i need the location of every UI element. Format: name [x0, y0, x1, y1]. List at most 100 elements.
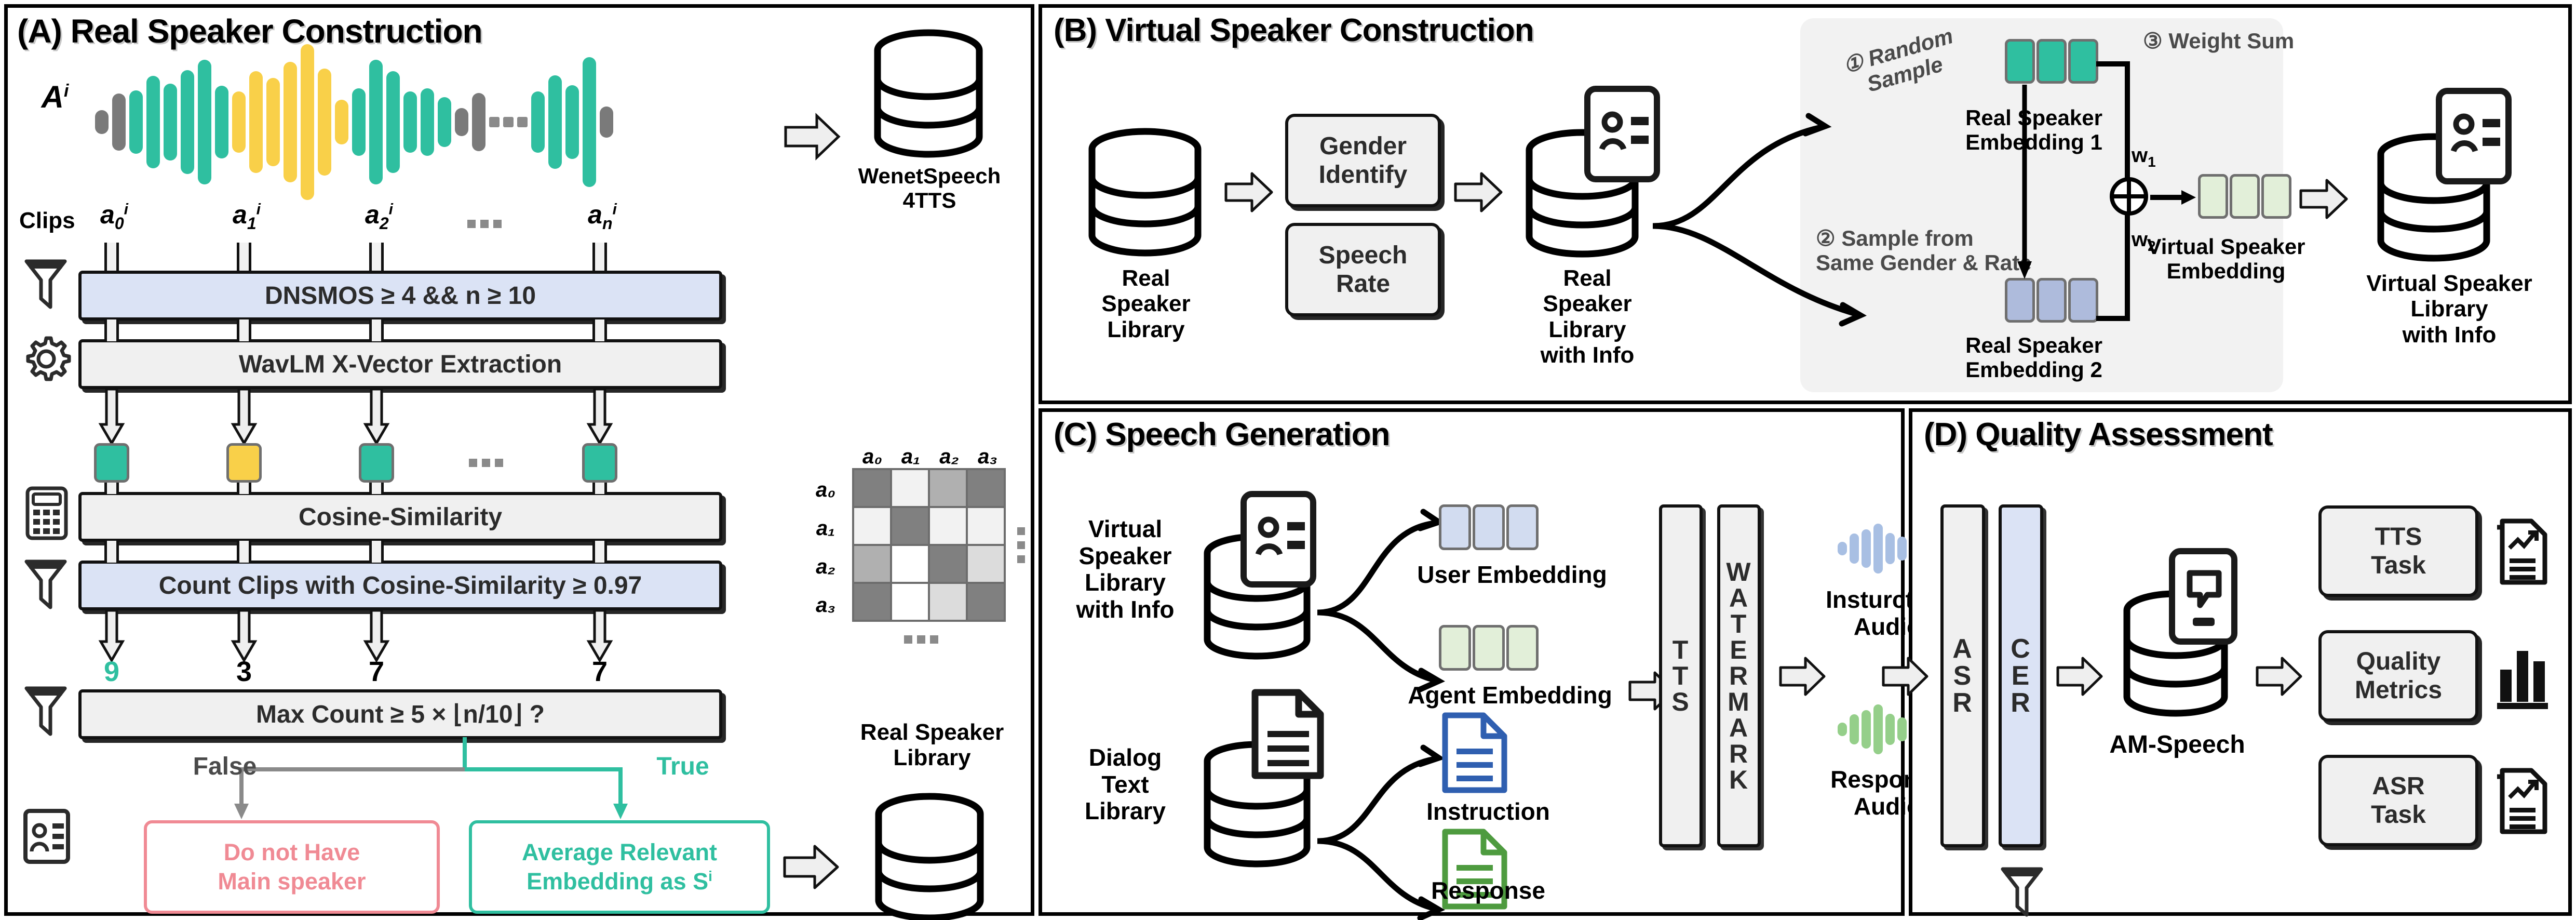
waveform-bar	[146, 76, 160, 168]
cer-label-c: C	[2011, 634, 2031, 664]
op-box-speech-rate[interactable]: Speech Rate	[1285, 223, 1441, 316]
matrix-col-header-1: a₁	[901, 445, 921, 468]
arrow-ops-to-mid-db	[1453, 171, 1503, 213]
waveform-bar	[129, 90, 143, 154]
matrix-col-header-0: a₀	[862, 445, 883, 468]
arrow-left-from-source-db	[781, 112, 844, 162]
waveform-bar	[517, 117, 528, 127]
waveform-bar	[472, 93, 485, 151]
branch-connector-lines	[132, 737, 652, 825]
connector-clip2-step1	[369, 243, 384, 272]
matrix-ellipsis-horizontal	[904, 635, 938, 644]
cer-label-e: E	[2011, 661, 2031, 691]
connector-emb1-to-emb2	[2009, 85, 2040, 282]
waveform-visualization	[95, 39, 718, 205]
connector-step1-step2-3	[592, 319, 607, 341]
watermark-label-t: T	[1730, 609, 1748, 638]
waveform-bar	[215, 86, 228, 158]
clip-label-2: a2i	[365, 200, 393, 233]
embedding-chip-n	[582, 443, 617, 483]
count-value-3: 7	[591, 656, 608, 687]
instruction-document-icon	[1440, 711, 1509, 794]
real-speaker-embedding-2-label: Real Speaker Embedding 2	[1965, 333, 2102, 382]
watermark-module-box[interactable]: W A T E R M A R K	[1717, 504, 1761, 847]
connector-clip1-step1	[237, 243, 251, 272]
task-box-tts[interactable]: TTS Task	[2318, 505, 2478, 597]
source-database-icon	[869, 29, 988, 158]
audio-waveform-bar	[1897, 717, 1907, 741]
waveform-bar	[181, 70, 194, 174]
arrow-step2-to-chip-1	[231, 388, 258, 446]
op-box-gender-identify[interactable]: Gender Identify	[1285, 114, 1441, 207]
note-weight-sum: ③ Weight Sum	[2143, 29, 2295, 53]
panel-b-virtual-speaker-construction: (B) Virtual Speaker Construction Real Sp…	[1039, 4, 2572, 404]
clip-ellipsis	[467, 220, 502, 228]
count-value-1: 3	[236, 656, 252, 687]
waveform-bar	[455, 108, 468, 136]
task-box-quality-metrics[interactable]: Quality Metrics	[2318, 630, 2478, 722]
real-speaker-library-db-icon	[870, 792, 989, 920]
waveform-bar	[335, 100, 348, 144]
gear-icon-step2	[21, 334, 71, 384]
cer-module-box[interactable]: C E R	[1999, 504, 2043, 847]
watermark-label-k: K	[1729, 765, 1749, 794]
audio-waveform-bar	[1885, 714, 1895, 745]
matrix-cell	[892, 584, 928, 620]
asr-module-box[interactable]: A S R	[1940, 504, 1985, 847]
waveform-bar	[318, 69, 331, 176]
clip-label-n: ani	[588, 200, 617, 233]
step-box-cosine-similarity[interactable]: Cosine-Similarity	[78, 492, 722, 542]
audio-waveform-bar	[1885, 533, 1895, 564]
step-box-count-clips[interactable]: Count Clips with Cosine-Similarity ≥ 0.9…	[78, 561, 722, 610]
matrix-cell	[968, 508, 1004, 544]
connector-cosine-count-2	[369, 541, 384, 563]
arrow-to-real-speaker-library	[783, 843, 841, 891]
matrix-cell	[968, 584, 1004, 620]
filter-icon-d	[2000, 865, 2044, 920]
dialog-text-library-label: Dialog Text Library	[1085, 744, 1166, 825]
matrix-cell	[930, 546, 966, 582]
audio-symbol-label: Ai	[21, 79, 89, 114]
waveform-bar	[249, 71, 263, 173]
panel-d-title: (D) Quality Assessment	[1924, 417, 2273, 452]
task-box-asr[interactable]: ASR Task	[2318, 755, 2478, 846]
panel-c-speech-generation: (C) Speech Generation Virtual Speaker Li…	[1039, 408, 1949, 920]
waveform-bar	[232, 91, 246, 153]
waveform-bar	[583, 57, 596, 187]
watermark-label-r1: R	[1729, 661, 1749, 690]
step-box-dnsmos[interactable]: DNSMOS ≥ 4 && n ≥ 10	[78, 271, 722, 321]
matrix-cell	[968, 546, 1004, 582]
real-speaker-embedding-1-chips	[2005, 39, 2098, 84]
waveform-bar	[438, 97, 451, 147]
audio-waveform-bar	[1838, 542, 1847, 555]
matrix-cell	[930, 584, 966, 620]
result-box-no-main-speaker[interactable]: Do not Have Main speaker	[144, 820, 440, 914]
watermark-label-a1: A	[1729, 583, 1749, 612]
arrow-sum-to-virtual-embedding	[2150, 187, 2197, 208]
note-sample-same-gender: ② Sample from Same Gender & Rate	[1816, 226, 2032, 275]
arrow-count-to-number-2	[363, 609, 390, 663]
report-icon-tts	[2493, 518, 2550, 586]
arrow-step2-to-chip-2	[363, 388, 390, 446]
agent-embedding-label: Agent Embedding	[1408, 682, 1612, 709]
clip-label-1: a1i	[233, 200, 261, 233]
waveform-bar	[565, 85, 579, 159]
panel-b-input-db-label: Real Speaker Library	[1101, 265, 1191, 342]
watermark-label-e: E	[1730, 635, 1748, 664]
connector-cosine-count-0	[104, 541, 119, 563]
matrix-cell	[854, 584, 890, 620]
arrow-watermark-to-audio	[1778, 656, 1826, 697]
step-box-max-count[interactable]: Max Count ≥ 5 × ⌊n/10⌋ ?	[78, 689, 722, 739]
asr-label-s: S	[1953, 661, 1973, 691]
virtual-speaker-embedding-chips	[2198, 174, 2291, 219]
audio-symbol-a: A	[41, 79, 64, 114]
waveform-bar	[386, 71, 400, 173]
cosine-similarity-matrix	[852, 468, 1006, 622]
matrix-row-header-2: a₂	[816, 555, 835, 578]
step-box-wavlm[interactable]: WavLM X-Vector Extraction	[78, 339, 722, 389]
connector-chip1-cosine	[237, 483, 251, 494]
result-box-average-embedding[interactable]: Average Relevant Embedding as Si	[469, 820, 770, 914]
waveform-bar	[403, 91, 417, 153]
tts-module-box[interactable]: T T S	[1659, 504, 1703, 847]
result-box-average-embedding-line2: Embedding as Si	[527, 868, 712, 895]
